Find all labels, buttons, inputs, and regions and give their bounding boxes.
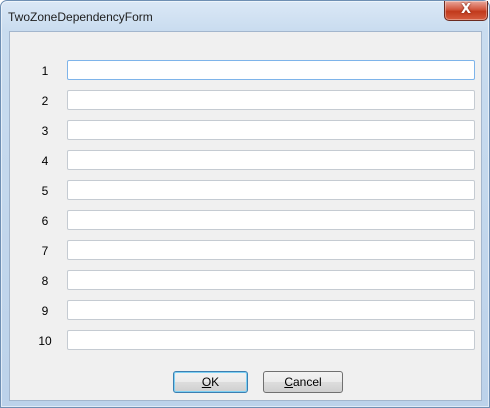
field-input-5[interactable] (67, 180, 475, 200)
ok-button[interactable]: OK (173, 371, 248, 393)
title-bar[interactable]: TwoZoneDependencyForm X (1, 1, 489, 31)
field-input-8[interactable] (67, 270, 475, 290)
field-input-7[interactable] (67, 240, 475, 260)
field-label-4: 4 (41, 154, 49, 168)
field-label-9: 9 (41, 304, 49, 318)
cancel-button-label: ancel (292, 375, 322, 389)
field-label-1: 1 (41, 64, 49, 78)
field-input-3[interactable] (67, 120, 475, 140)
close-icon: X (460, 2, 472, 17)
ok-button-label: K (211, 375, 220, 389)
ok-button-mnemonic: O (201, 375, 212, 389)
field-label-7: 7 (41, 244, 49, 258)
field-label-8: 8 (41, 274, 49, 288)
window-title: TwoZoneDependencyForm (8, 10, 153, 24)
field-input-1[interactable] (67, 60, 475, 80)
close-button[interactable]: X (444, 1, 488, 21)
field-input-2[interactable] (67, 90, 475, 110)
field-label-3: 3 (41, 124, 49, 138)
field-label-5: 5 (41, 184, 49, 198)
cancel-button-mnemonic: C (284, 375, 293, 389)
field-label-2: 2 (41, 94, 49, 108)
field-label-6: 6 (41, 214, 49, 228)
form-body: 1 2 3 4 5 6 7 8 9 10 OK Cancel (9, 31, 482, 401)
cancel-button[interactable]: Cancel (263, 371, 343, 393)
field-input-9[interactable] (67, 300, 475, 320)
dialog-window: TwoZoneDependencyForm X 1 2 3 4 5 6 7 8 … (0, 0, 490, 408)
field-input-6[interactable] (67, 210, 475, 230)
field-input-4[interactable] (67, 150, 475, 170)
field-input-10[interactable] (67, 330, 475, 350)
field-label-10: 10 (38, 334, 52, 348)
